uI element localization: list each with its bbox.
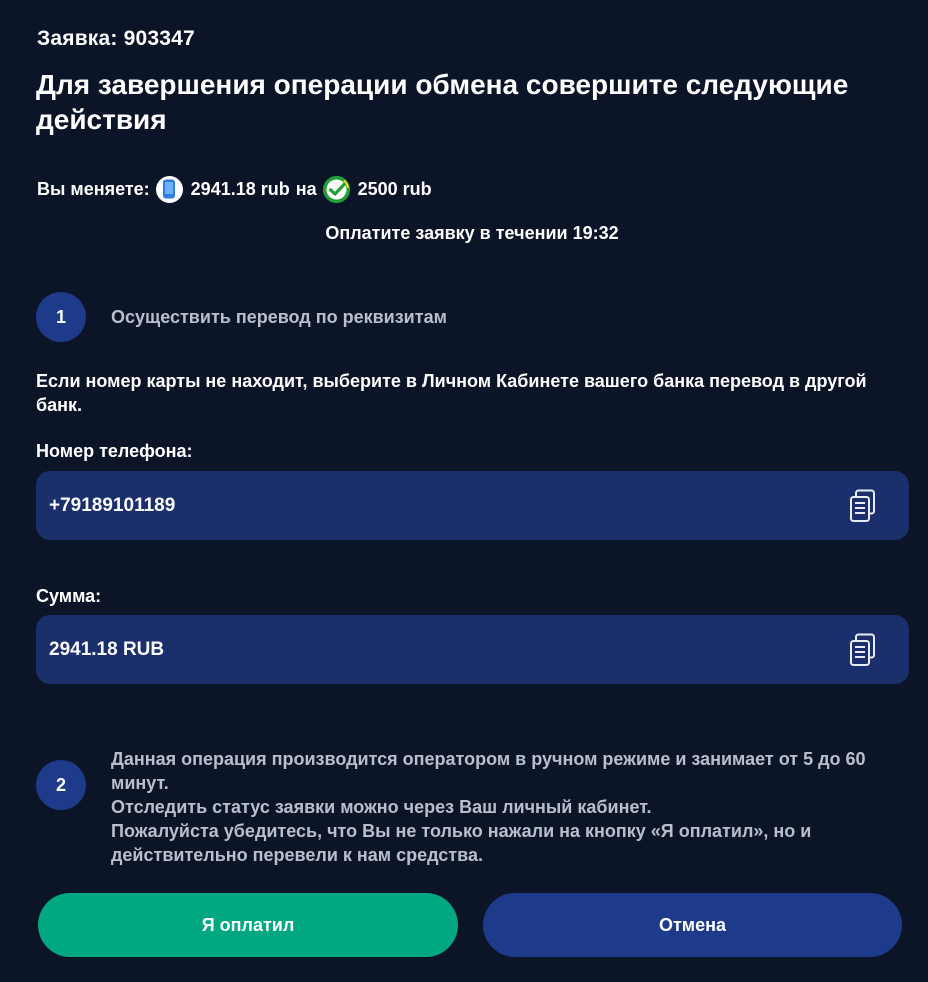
payment-timer: Оплатите заявку в течении 19:32: [325, 223, 619, 243]
step-2-line-warning: Пожалуйста убедитесь, что Вы не только н…: [111, 821, 812, 865]
order-label: Заявка: 903347: [37, 27, 195, 50]
page-title: Для завершения операции обмена совершите…: [36, 69, 849, 135]
exchange-from-amount: 2941.18 rub: [190, 178, 290, 199]
cancel-button[interactable]: Отмена: [483, 893, 902, 957]
step-2-text: Данная операция производится оператором …: [111, 747, 911, 867]
phone-field[interactable]: +79189101189: [36, 471, 909, 540]
checkmark-bank-icon: [322, 175, 350, 203]
step-1-badge: 1: [36, 292, 86, 342]
step-2: 2 Данная операция производится операторо…: [36, 749, 911, 867]
paid-button[interactable]: Я оплатил: [38, 893, 458, 957]
copy-icon[interactable]: [847, 488, 879, 524]
amount-field[interactable]: 2941.18 RUB: [36, 615, 909, 684]
exchange-prefix: Вы меняете:: [37, 178, 150, 199]
copy-icon[interactable]: [847, 632, 879, 668]
step-1: 1 Осуществить перевод по реквизитам: [36, 292, 447, 342]
amount-field-label: Сумма:: [36, 586, 102, 606]
step-1-text: Осуществить перевод по реквизитам: [111, 306, 447, 327]
step-2-line-status: Отследить статус заявки можно через Ваш …: [111, 797, 652, 817]
step-2-line-duration: Данная операция производится оператором …: [111, 749, 866, 793]
exchange-connector: на: [295, 178, 317, 199]
card-notice: Если номер карты не находит, выберите в …: [36, 371, 867, 415]
step-2-badge: 2: [36, 760, 86, 810]
phone-field-value[interactable]: +79189101189: [49, 495, 175, 517]
amount-field-value[interactable]: 2941.18 RUB: [49, 639, 164, 661]
phone-payment-icon: [155, 175, 183, 203]
exchange-summary: Вы меняете: 2941.18 rub на 2500 rub: [37, 174, 432, 204]
exchange-to-amount: 2500 rub: [357, 178, 432, 199]
phone-field-label: Номер телефона:: [36, 441, 193, 461]
